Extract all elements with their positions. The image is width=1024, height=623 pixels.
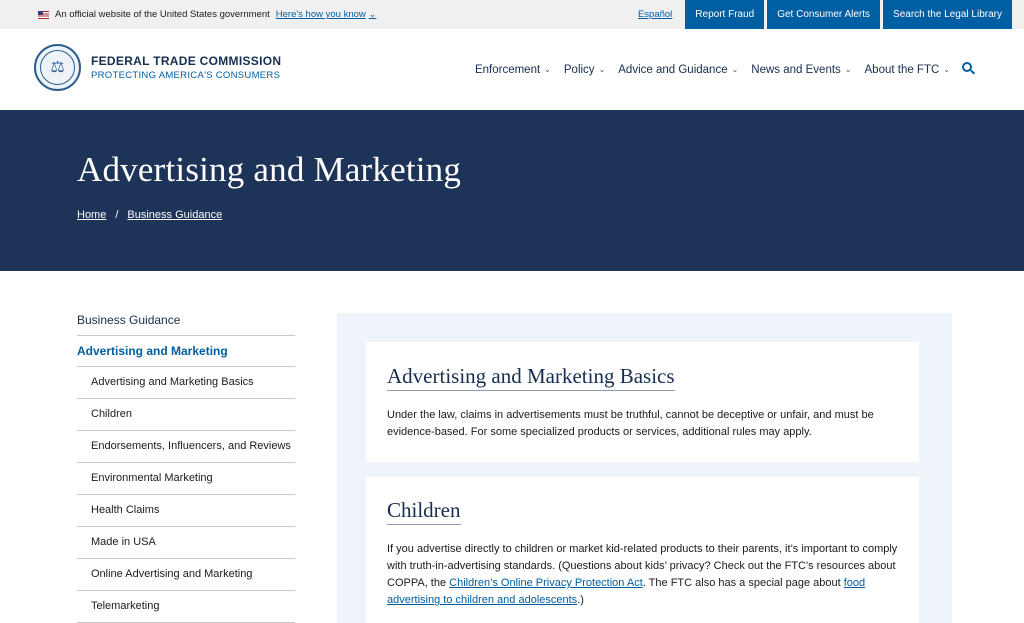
children-text-3: .) (577, 594, 584, 606)
chevron-down-icon: ⌄ (943, 65, 950, 74)
chevron-down-icon: ⌄ (544, 65, 551, 74)
sidebar-nav: Business Guidance Advertising and Market… (77, 305, 295, 623)
sidebar-item-advertising-marketing[interactable]: Advertising and Marketing (77, 336, 295, 367)
sidebar-item-business-guidance[interactable]: Business Guidance (77, 305, 295, 336)
nav-enforcement-label: Enforcement (474, 63, 541, 76)
breadcrumb-separator: / (115, 209, 119, 221)
sidebar-item-made-in-usa[interactable]: Made in USA (77, 527, 295, 559)
sidebar-item-children[interactable]: Children (77, 399, 295, 431)
how-you-know-link[interactable]: Here's how you know ⌄ (276, 9, 377, 20)
report-fraud-button[interactable]: Report Fraud (685, 0, 765, 29)
gov-banner: An official website of the United States… (0, 0, 1024, 29)
children-text-2: . The FTC also has a special page about (642, 577, 844, 589)
chevron-down-icon: ⌄ (368, 9, 377, 19)
chevron-down-icon: ⌄ (598, 65, 606, 74)
nav-advice-guidance[interactable]: Advice and Guidance ⌄ (618, 64, 738, 76)
breadcrumb-business-guidance[interactable]: Business Guidance (127, 209, 222, 221)
org-name[interactable]: FEDERAL TRADE COMMISSION (91, 54, 281, 68)
consumer-alerts-button[interactable]: Get Consumer Alerts (767, 0, 881, 29)
card-text-children: If you advertise directly to children or… (387, 541, 898, 609)
espanol-link[interactable]: Español (628, 0, 682, 29)
page-title: Advertising and Marketing (77, 150, 462, 189)
ftc-seal-icon[interactable] (34, 44, 81, 91)
nav-policy-label: Policy (563, 63, 595, 76)
sidebar-item-online-advertising[interactable]: Online Advertising and Marketing (77, 559, 295, 591)
nav-news-events[interactable]: News and Events ⌄ (751, 64, 851, 76)
main-nav: Enforcement ⌄ Policy ⌄ Advice and Guidance… (462, 29, 950, 110)
breadcrumb-home[interactable]: Home (77, 209, 106, 221)
sidebar-item-health-claims[interactable]: Health Claims (77, 495, 295, 527)
card-title-children[interactable]: Children (387, 498, 461, 525)
card-title-basics[interactable]: Advertising and Marketing Basics (387, 364, 675, 391)
search-icon[interactable] (962, 62, 976, 76)
topic-card: Children If you advertise directly to ch… (366, 477, 919, 623)
legal-library-button[interactable]: Search the Legal Library (883, 0, 1012, 29)
nav-advice-label: Advice and Guidance (618, 63, 728, 76)
main-content: Advertising and Marketing Basics Under t… (337, 313, 952, 623)
nav-enforcement[interactable]: Enforcement ⌄ (475, 64, 551, 76)
nav-policy[interactable]: Policy ⌄ (564, 64, 605, 76)
org-tagline[interactable]: PROTECTING AMERICA'S CONSUMERS (91, 70, 280, 81)
coppa-link[interactable]: Children’s Online Privacy Protection Act (449, 577, 643, 589)
us-flag-icon (38, 10, 49, 19)
hero-banner: Advertising and Marketing Home / Busines… (0, 110, 1024, 271)
sidebar-item-endorsements[interactable]: Endorsements, Influencers, and Reviews (77, 431, 295, 463)
topic-card: Advertising and Marketing Basics Under t… (366, 342, 919, 462)
nav-news-label: News and Events (751, 63, 841, 76)
sidebar-item-basics[interactable]: Advertising and Marketing Basics (77, 367, 295, 399)
nav-about[interactable]: About the FTC ⌄ (865, 64, 951, 76)
chevron-down-icon: ⌄ (731, 65, 739, 74)
chevron-down-icon: ⌄ (844, 65, 852, 74)
site-header: FEDERAL TRADE COMMISSION PROTECTING AMER… (0, 29, 1024, 110)
sidebar-item-environmental[interactable]: Environmental Marketing (77, 463, 295, 495)
card-text-basics: Under the law, claims in advertisements … (387, 409, 874, 438)
breadcrumb: Home / Business Guidance (77, 209, 222, 221)
utility-nav: Español Report Fraud Get Consumer Alerts… (628, 0, 1012, 29)
gov-banner-left: An official website of the United States… (38, 0, 376, 29)
how-you-know-label: Here's how you know (275, 9, 366, 20)
nav-about-label: About the FTC (864, 63, 940, 76)
sidebar-item-telemarketing[interactable]: Telemarketing (77, 591, 295, 623)
official-site-text: An official website of the United States… (55, 9, 270, 20)
